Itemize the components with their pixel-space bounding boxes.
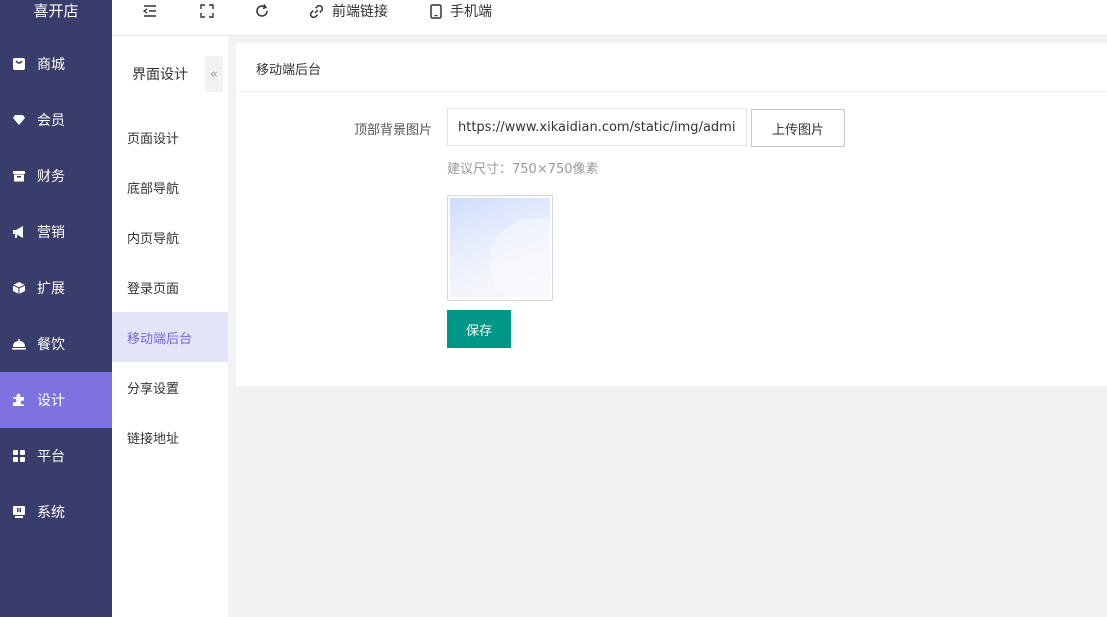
- bg-image-url-input[interactable]: [447, 108, 747, 146]
- puzzle-icon: [12, 393, 26, 407]
- bg-image-label: 顶部背景图片: [353, 123, 432, 138]
- sidebar-item-label: 系统: [37, 505, 65, 521]
- monitor-icon: [12, 505, 26, 519]
- preview-image: [450, 198, 550, 298]
- wallet-icon: [12, 169, 26, 183]
- grid-icon: [12, 449, 26, 463]
- dish-icon: [12, 337, 26, 351]
- megaphone-icon: [12, 225, 26, 239]
- bg-image-preview[interactable]: [447, 195, 553, 301]
- sidebar-item-finance[interactable]: 财务: [0, 148, 112, 204]
- sidebar-item-label: 扩展: [37, 281, 65, 297]
- subnav-item-mobile-admin[interactable]: 移动端后台: [112, 312, 228, 362]
- subnav-item-share-settings[interactable]: 分享设置: [112, 362, 228, 412]
- phone-icon: [430, 3, 442, 19]
- subnav-item-link-address[interactable]: 链接地址: [112, 412, 228, 462]
- sidebar-item-label: 会员: [37, 113, 65, 129]
- store-icon: [12, 57, 26, 71]
- frontend-link-button[interactable]: 前端链接: [309, 0, 388, 22]
- design-subnav: 界面设计 « 页面设计 底部导航 内页导航 登录页面 移动端后台 分享设置 链接…: [112, 36, 228, 617]
- toggle-sidebar-button[interactable]: [142, 0, 158, 22]
- save-button[interactable]: 保存: [447, 310, 511, 348]
- subnav-item-login-page[interactable]: 登录页面: [112, 262, 228, 312]
- panel-title: 移动端后台: [236, 43, 1107, 92]
- refresh-button[interactable]: [254, 0, 270, 22]
- sidebar-item-marketing[interactable]: 营销: [0, 204, 112, 260]
- cube-icon: [12, 281, 26, 295]
- diamond-icon: [12, 113, 26, 127]
- sidebar-item-label: 财务: [37, 169, 65, 185]
- refresh-icon: [254, 3, 270, 19]
- fullscreen-button[interactable]: [200, 0, 214, 22]
- sidebar-item-label: 平台: [37, 449, 65, 465]
- sidebar-item-label: 营销: [37, 225, 65, 241]
- frontend-link-label: 前端链接: [332, 4, 388, 20]
- upload-image-button[interactable]: 上传图片: [751, 109, 845, 147]
- fullscreen-icon: [200, 4, 214, 18]
- mobile-admin-panel: 移动端后台 顶部背景图片 上传图片 建议尺寸：750×750像素 保存: [236, 43, 1107, 386]
- sidebar-item-member[interactable]: 会员: [0, 92, 112, 148]
- link-icon: [309, 4, 324, 19]
- size-hint: 建议尺寸：750×750像素: [447, 162, 599, 177]
- sidebar-item-label: 设计: [37, 393, 65, 409]
- collapse-subnav-button[interactable]: «: [205, 56, 223, 92]
- mobile-label: 手机端: [450, 4, 492, 20]
- sidebar-item-platform[interactable]: 平台: [0, 428, 112, 484]
- sidebar-item-extension[interactable]: 扩展: [0, 260, 112, 316]
- main-sidebar: 喜开店 商城 会员 财务 营销 扩展 餐饮 设计 平台 系统: [0, 0, 112, 617]
- subnav-item-inner-nav[interactable]: 内页导航: [112, 212, 228, 262]
- sidebar-item-label: 商城: [37, 57, 65, 73]
- indent-icon: [142, 3, 158, 19]
- subnav-item-page-design[interactable]: 页面设计: [112, 112, 228, 162]
- brand-logo: 喜开店: [33, 2, 79, 20]
- subnav-item-bottom-nav[interactable]: 底部导航: [112, 162, 228, 212]
- top-toolbar: 前端链接 手机端: [112, 0, 1107, 36]
- double-chevron-left-icon: «: [210, 66, 218, 82]
- sidebar-item-label: 餐饮: [37, 337, 65, 353]
- sidebar-item-store[interactable]: 商城: [0, 36, 112, 92]
- sidebar-item-design[interactable]: 设计: [0, 372, 112, 428]
- sidebar-item-catering[interactable]: 餐饮: [0, 316, 112, 372]
- mobile-button[interactable]: 手机端: [430, 0, 492, 22]
- sidebar-item-system[interactable]: 系统: [0, 484, 112, 540]
